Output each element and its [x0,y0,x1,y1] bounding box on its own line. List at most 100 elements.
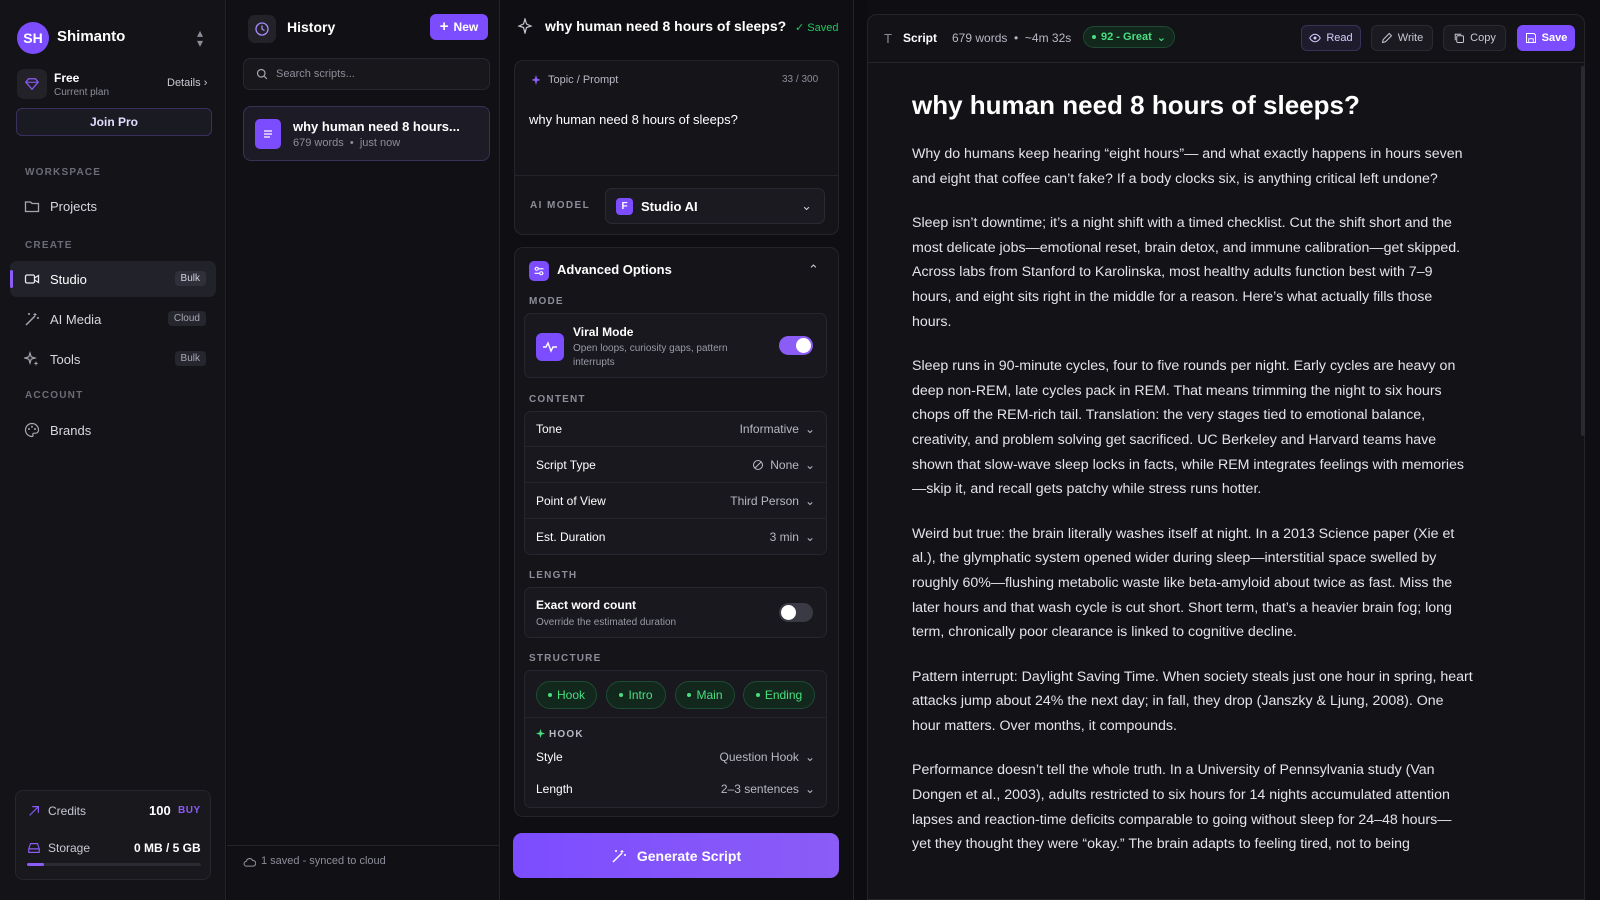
ban-icon [752,459,764,471]
sidebar-item-ai-media[interactable]: AI Media Cloud [10,301,216,337]
join-pro-button[interactable]: Join Pro [16,108,212,136]
plan-details-link[interactable]: Details › [167,77,207,89]
palette-icon [24,422,40,438]
exact-word-count-title: Exact word count [536,598,637,612]
buy-credits-link[interactable]: BUY [178,805,201,816]
chevron-right-icon: › [203,77,208,89]
sidebar-item-projects[interactable]: Projects [10,188,216,224]
generate-script-button[interactable]: Generate Script [513,833,839,878]
chip-dot [1092,35,1096,39]
exact-word-count-toggle[interactable] [779,603,813,622]
option-value: Third Person [730,493,799,508]
save-button[interactable]: Save [1517,25,1575,51]
script-paragraph: Sleep isn’t downtime; it’s a night shift… [912,215,1461,330]
exact-word-count-description: Override the estimated duration [536,617,677,628]
credits-value: 100 [149,803,171,818]
option-value: Informative [739,421,799,436]
section-workspace: WORKSPACE [25,167,102,178]
topic-label: Topic / Prompt [548,74,619,86]
eye-icon [1309,32,1322,44]
structure-chip-ending[interactable]: Ending [743,681,815,709]
option-value: Question Hook [719,750,799,764]
search-icon [256,68,268,80]
point-of-view-select[interactable]: Point of View Third Person ⌄ [524,483,827,519]
history-icon [248,15,276,43]
account-switch-icon[interactable]: ▴ ▾ [197,27,203,49]
chip-dot [755,693,760,697]
divider [514,175,839,176]
script-paragraph: Weird but true: the brain literally wash… [912,525,1455,641]
tone-select[interactable]: Tone Informative ⌄ [524,411,827,447]
option-value: 2–3 sentences [720,782,799,796]
sidebar-item-tools[interactable]: Tools Bulk [10,341,216,377]
section-create: CREATE [25,240,73,251]
storage-progress-fill [27,863,45,866]
model-logo-icon: F [616,197,633,215]
content-label: CONTENT [529,394,586,405]
hook-length-select[interactable]: Length 2–3 sentences ⌄ [524,772,827,806]
chevron-down-icon: ⌄ [804,457,815,472]
option-label: Script Type [536,457,596,472]
sidebar-item-label: Studio [50,271,87,287]
magic-wand-icon [24,311,40,327]
magic-wand-icon [611,848,627,864]
chevron-down-icon: ⌄ [804,782,815,796]
user-name[interactable]: Shimanto [57,28,125,45]
script-paragraph: Performance doesn’t tell the whole truth… [912,762,1452,853]
mode-label: MODE [529,296,564,307]
plus-icon: + [439,18,449,35]
hook-style-select[interactable]: Style Question Hook ⌄ [524,740,827,774]
script-type-select[interactable]: Script Type None ⌄ [524,447,827,483]
plan-subtitle: Current plan [54,87,110,98]
scrollbar[interactable] [1581,66,1585,436]
history-title: History [287,19,336,35]
history-search[interactable] [243,58,490,90]
history-item-meta: 679 words • just now [293,137,401,149]
advanced-options-title[interactable]: Advanced Options [557,262,672,277]
prompt-icon [530,74,542,86]
topic-textarea[interactable]: why human need 8 hours of sleeps? [529,112,738,127]
read-button[interactable]: Read [1301,25,1361,51]
chip-dot [687,693,692,697]
structure-chip-hook[interactable]: Hook [536,681,597,709]
option-label: Point of View [536,493,606,508]
sparkle-icon [517,18,533,34]
sidebar-item-label: Projects [50,198,97,214]
script-title: why human need 8 hours of sleeps? [912,90,1360,120]
script-body[interactable]: Why do humans keep hearing “eight hours”… [912,142,1474,882]
structure-chip-main[interactable]: Main [675,681,735,709]
write-button[interactable]: Write [1371,25,1433,51]
chevron-up-icon[interactable]: ⌃ [808,262,819,278]
video-icon [24,271,40,287]
copy-button[interactable]: Copy [1443,25,1506,51]
save-icon [1525,32,1537,44]
option-label: Length [536,782,573,796]
avatar[interactable]: SH [17,22,49,54]
storage-icon [27,841,41,855]
option-label: Est. Duration [536,530,606,544]
search-input[interactable] [276,68,476,80]
badge-bulk: Bulk [174,351,206,366]
viral-mode-toggle[interactable] [779,336,813,355]
sidebar-item-brands[interactable]: Brands [10,412,216,448]
history-item-title: why human need 8 hours... [293,119,460,134]
script-topic-title: why human need 8 hours of sleeps? [545,18,787,34]
hook-label: HOOK [549,729,584,740]
new-script-button[interactable]: + New [430,14,488,40]
sync-status: 1 saved - synced to cloud [261,855,386,867]
structure-chip-intro[interactable]: Intro [606,681,666,709]
sidebar-item-label: Brands [50,422,92,438]
sidebar-item-label: AI Media [50,311,102,327]
chip-dot [547,693,552,697]
ai-model-select[interactable]: F Studio AI ⌄ [605,188,825,224]
usage-card [15,790,211,880]
duration-select[interactable]: Est. Duration 3 min ⌄ [524,519,827,555]
badge-bulk: Bulk [174,271,206,286]
chip-dot [619,693,624,697]
quality-score-badge[interactable]: 92 - Great ⌄ [1083,26,1175,48]
saved-status: ✓ Saved [795,22,839,34]
option-value: 3 min [769,530,799,544]
sparkles-icon [24,351,40,367]
sidebar-item-studio[interactable]: Studio Bulk [10,261,216,297]
divider [524,717,827,718]
